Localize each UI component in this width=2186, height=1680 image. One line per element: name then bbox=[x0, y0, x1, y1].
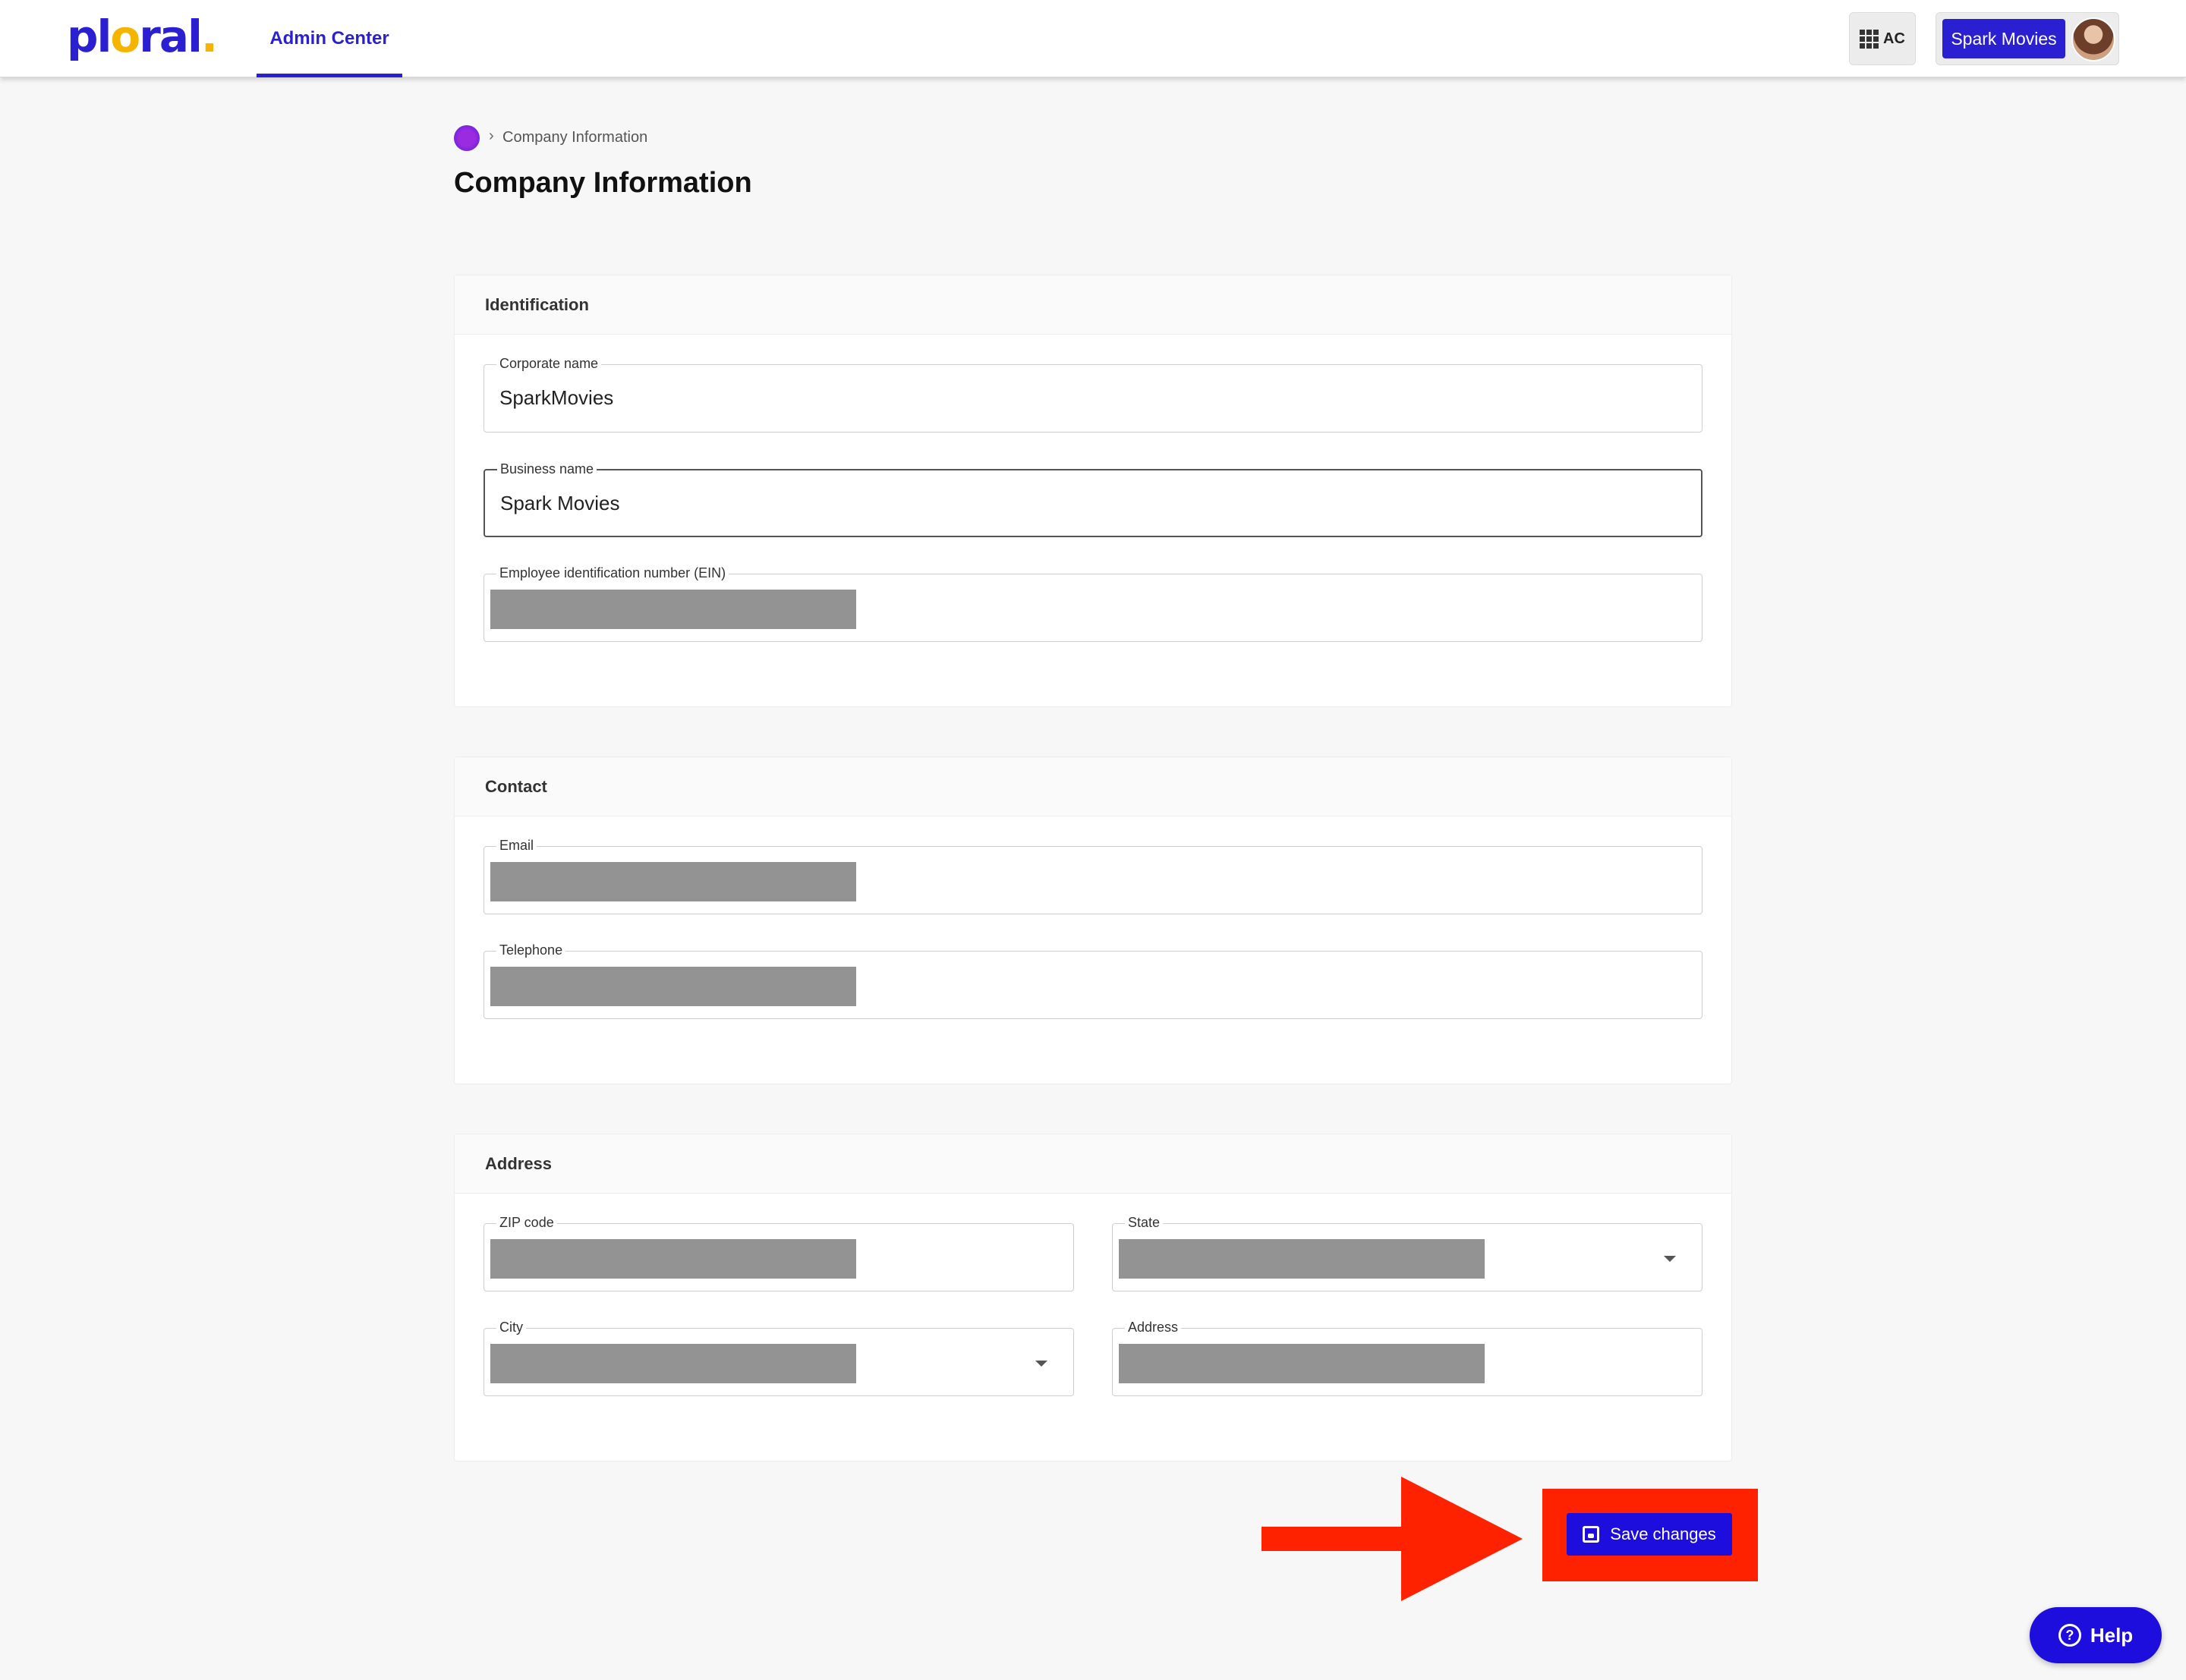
breadcrumb-current: Company Information bbox=[502, 129, 648, 146]
telephone-field[interactable]: Telephone bbox=[484, 942, 1702, 1019]
corporate-name-label: Corporate name bbox=[496, 355, 602, 372]
save-icon bbox=[1583, 1526, 1600, 1543]
email-label: Email bbox=[496, 837, 537, 854]
redacted-value bbox=[490, 1344, 856, 1383]
email-field[interactable]: Email bbox=[484, 837, 1702, 914]
corporate-name-field[interactable]: Corporate name SparkMovies bbox=[484, 355, 1702, 433]
company-name-badge: Spark Movies bbox=[1942, 19, 2065, 58]
tab-admin-center-label: Admin Center bbox=[269, 28, 389, 49]
ein-field[interactable]: Employee identification number (EIN) bbox=[484, 565, 1702, 642]
save-changes-button[interactable]: Save changes bbox=[1567, 1513, 1732, 1556]
plural-logo[interactable]: ploral. bbox=[67, 12, 218, 61]
tab-admin-center[interactable]: Admin Center bbox=[257, 0, 402, 77]
redacted-value bbox=[1119, 1239, 1485, 1279]
ein-label: Employee identification number (EIN) bbox=[496, 565, 729, 581]
identification-card-title: Identification bbox=[455, 275, 1731, 335]
address-card-title: Address bbox=[455, 1134, 1731, 1194]
address-label: Address bbox=[1125, 1319, 1182, 1336]
redacted-value bbox=[490, 967, 856, 1006]
save-changes-label: Save changes bbox=[1610, 1524, 1716, 1543]
address-card: Address ZIP code State City Address bbox=[454, 1134, 1732, 1461]
business-name-value: Spark Movies bbox=[500, 492, 620, 514]
business-name-label: Business name bbox=[497, 461, 597, 477]
apps-grid-icon bbox=[1860, 29, 1879, 49]
corporate-name-value: SparkMovies bbox=[499, 386, 614, 409]
business-name-field[interactable]: Business name Spark Movies bbox=[484, 461, 1702, 537]
annotation-arrow-icon bbox=[1262, 1477, 1523, 1601]
page-title: Company Information bbox=[454, 167, 752, 199]
redacted-value bbox=[1119, 1344, 1485, 1383]
chevron-right-icon: › bbox=[489, 127, 494, 144]
apps-switcher-button[interactable]: AC bbox=[1849, 12, 1916, 65]
contact-card: Contact Email Telephone bbox=[454, 757, 1732, 1084]
zip-code-label: ZIP code bbox=[496, 1214, 557, 1231]
dropdown-arrow-icon[interactable] bbox=[1035, 1361, 1047, 1367]
top-navigation-bar: ploral. Admin Center AC Spark Movies bbox=[0, 0, 2186, 77]
help-button[interactable]: ? Help bbox=[2030, 1607, 2162, 1663]
apps-switcher-label: AC bbox=[1883, 30, 1905, 47]
address-field[interactable]: Address bbox=[1112, 1319, 1702, 1396]
help-label: Help bbox=[2090, 1623, 2134, 1647]
city-label: City bbox=[496, 1319, 526, 1336]
state-label: State bbox=[1125, 1214, 1164, 1231]
dropdown-arrow-icon[interactable] bbox=[1664, 1256, 1676, 1262]
city-select[interactable]: City bbox=[484, 1319, 1074, 1396]
zip-code-field[interactable]: ZIP code bbox=[484, 1214, 1074, 1291]
breadcrumb-company-logo[interactable] bbox=[454, 125, 480, 151]
redacted-value bbox=[490, 1239, 856, 1279]
company-switcher[interactable]: Spark Movies bbox=[1936, 12, 2119, 65]
contact-card-title: Contact bbox=[455, 757, 1731, 816]
user-avatar[interactable] bbox=[2071, 17, 2115, 61]
identification-card: Identification Corporate name SparkMovie… bbox=[454, 275, 1732, 707]
question-mark-icon: ? bbox=[2058, 1624, 2081, 1647]
redacted-value bbox=[490, 862, 856, 901]
state-select[interactable]: State bbox=[1112, 1214, 1702, 1291]
telephone-label: Telephone bbox=[496, 942, 566, 958]
redacted-value bbox=[490, 590, 856, 629]
